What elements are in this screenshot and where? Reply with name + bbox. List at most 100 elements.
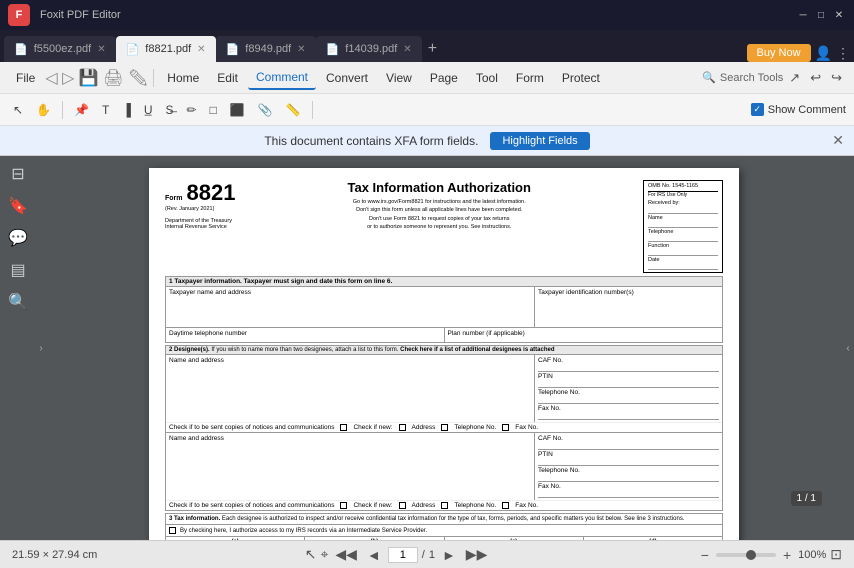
right-panel-handle[interactable]: ‹ [842, 156, 854, 540]
more-options-icon[interactable]: ⋮ [836, 45, 850, 62]
sidebar-home-icon[interactable]: ⊟ [11, 164, 24, 184]
isp-label: By checking here, I authorize access to … [180, 528, 427, 534]
search-tools-label: Search Tools [720, 72, 783, 84]
designee2-row1: Name and address CAF No. PTIN Telephone … [166, 433, 722, 501]
tab-f14039[interactable]: 📄 f14039.pdf ✕ [316, 36, 422, 62]
highlight-btn[interactable]: ▐ [117, 100, 136, 120]
tab-f8949[interactable]: 📄 f8949.pdf ✕ [216, 36, 316, 62]
stamp-btn[interactable]: ⬛ [225, 100, 250, 120]
xfa-notice-bar: This document contains XFA form fields. … [0, 126, 854, 156]
tab-bar: 📄 f8821.pdf ✕ 📄 f5500ez.pdf ✕ 📄 f8949.pd… [0, 30, 854, 62]
omb-fields: Received by: Name Telephone Function Dat… [648, 200, 718, 270]
zoom-thumb[interactable] [746, 550, 756, 560]
table-header-row: (a)Type of Tax Information (Income, Empl… [166, 537, 722, 540]
show-comment-toggle[interactable]: ✓ Show Comment [751, 103, 846, 116]
irs-use-label: For IRS Use Only [648, 191, 718, 198]
buy-now-button[interactable]: Buy Now [747, 44, 811, 62]
window-controls: ─ □ ✕ [796, 8, 846, 22]
first-page-button[interactable]: ◀◀ [332, 546, 360, 563]
menu-protect[interactable]: Protect [554, 67, 608, 89]
prev-page-button[interactable]: ◄ [364, 547, 384, 563]
show-comment-checkbox[interactable]: ✓ [751, 103, 764, 116]
strikethrough-btn[interactable]: S̶ [161, 100, 179, 120]
isp-checkbox[interactable] [169, 527, 176, 534]
menu-convert[interactable]: Convert [318, 67, 376, 89]
cursor-tool-icon[interactable]: ↖ [305, 546, 317, 563]
tab-add-button[interactable]: + [422, 36, 443, 62]
taxpayer-id-cell: Taxpayer identification number(s) [535, 287, 722, 327]
tab-f5500ez[interactable]: 📄 f5500ez.pdf ✕ [4, 36, 116, 62]
sticky-note-btn[interactable]: 📌 [69, 100, 94, 120]
tab-f14039-close[interactable]: ✕ [403, 44, 411, 55]
zoom-slider[interactable] [716, 553, 776, 557]
menu-form[interactable]: Form [508, 67, 552, 89]
designee1-check-box[interactable] [340, 424, 347, 431]
sidebar-comment-icon[interactable]: 💬 [8, 228, 28, 248]
measure-btn[interactable]: 📏 [281, 100, 306, 120]
close-button[interactable]: ✕ [832, 8, 846, 22]
tab-f8821[interactable]: 📄 f8821.pdf ✕ [116, 36, 216, 62]
app-logo: F [8, 4, 30, 26]
designee1-address-check[interactable] [399, 424, 406, 431]
markup-btn[interactable]: ✏ [182, 100, 202, 120]
designee1-phone-check[interactable] [441, 424, 448, 431]
highlight-fields-button[interactable]: Highlight Fields [490, 132, 589, 150]
designee2-check-box[interactable] [340, 502, 347, 509]
tax-info-label: Tax information. [174, 516, 220, 522]
search-tools[interactable]: 🔍 Search Tools [702, 71, 783, 84]
next-page-button[interactable]: ► [439, 547, 459, 563]
page-number-input[interactable] [388, 547, 418, 563]
designee2-fax-check[interactable] [502, 502, 509, 509]
tab-f8821-close[interactable]: ✕ [197, 44, 205, 55]
omb-box: OMB No. 1545-1165 For IRS Use Only Recei… [643, 180, 723, 273]
section3-header: 3 Tax information. Each designee is auth… [166, 514, 722, 525]
text-comment-btn[interactable]: T [97, 100, 114, 120]
hand-tool-btn[interactable]: ✋ [31, 100, 56, 120]
toolbar-icons-group: ◁ ▷ 💾 🖨 ✏ [45, 68, 148, 88]
sidebar-bookmark-icon[interactable]: 🔖 [8, 196, 28, 216]
fit-window-icon[interactable]: ⊡ [830, 546, 842, 563]
maximize-button[interactable]: □ [814, 8, 828, 22]
menu-view[interactable]: View [378, 67, 420, 89]
section2-bold: Check here if a list of additional desig… [400, 347, 554, 353]
navigation-controls: ↖ ⌖ ◀◀ ◄ / 1 ► ▶▶ [305, 546, 491, 563]
sidebar-search-icon[interactable]: 🔍 [8, 292, 28, 312]
menu-file[interactable]: File [8, 67, 43, 89]
menu-page[interactable]: Page [422, 67, 466, 89]
col-c-header: (c)Year(s) or Period(s) [445, 537, 584, 540]
share-icon[interactable]: ↗ [785, 70, 804, 86]
minimize-button[interactable]: ─ [796, 8, 810, 22]
select-tool-icon[interactable]: ⌖ [320, 546, 328, 563]
menu-edit[interactable]: Edit [209, 67, 246, 89]
tab-f8949-close[interactable]: ✕ [297, 44, 305, 55]
page-count-badge-container: 1 / 1 [791, 490, 822, 504]
select-tool-btn[interactable]: ↖ [8, 100, 28, 120]
plan-number-cell: Plan number (if applicable) [445, 328, 723, 342]
section1-header: 1 Taxpayer information. Taxpayer must si… [166, 277, 722, 287]
separator-1 [153, 69, 154, 87]
undo-icon[interactable]: ↩ [806, 70, 825, 86]
section2-header: 2 Designee(s). If you wish to name more … [166, 346, 722, 355]
left-panel-handle[interactable]: › [36, 156, 46, 540]
menu-tool[interactable]: Tool [468, 67, 506, 89]
tab-f5500ez-close[interactable]: ✕ [97, 44, 105, 55]
section2-text: If you wish to name more than two design… [211, 347, 400, 353]
redo-icon[interactable]: ↪ [827, 70, 846, 86]
last-page-button[interactable]: ▶▶ [463, 546, 491, 563]
sidebar-layers-icon[interactable]: ▤ [10, 260, 25, 280]
form-label: Form [165, 195, 183, 202]
show-comment-text: Show Comment [768, 104, 846, 116]
underline-btn[interactable]: U̲ [139, 100, 158, 120]
zoom-in-button[interactable]: + [780, 547, 794, 563]
menu-comment[interactable]: Comment [248, 66, 316, 90]
menu-home[interactable]: Home [159, 67, 207, 89]
xfa-close-button[interactable]: ✕ [832, 132, 844, 149]
designee2-phone-check[interactable] [441, 502, 448, 509]
designee2-address-check[interactable] [399, 502, 406, 509]
attach-btn[interactable]: 📎 [253, 100, 278, 120]
taxpayer-id-label: Taxpayer identification number(s) [538, 289, 719, 296]
designee1-fax-check[interactable] [502, 424, 509, 431]
zoom-out-button[interactable]: − [698, 547, 712, 563]
user-icon[interactable]: 👤 [815, 45, 832, 62]
shape-btn[interactable]: □ [205, 100, 222, 120]
